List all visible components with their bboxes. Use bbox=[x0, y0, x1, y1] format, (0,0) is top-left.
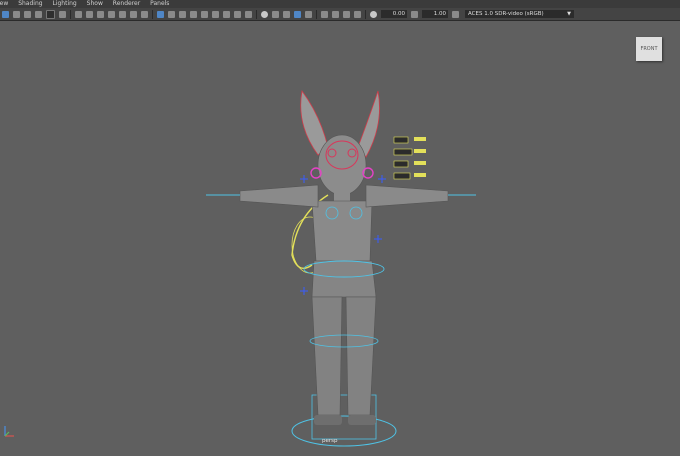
xray-icon[interactable] bbox=[261, 10, 268, 18]
rig-control-panel bbox=[393, 136, 409, 144]
chevron-down-icon: ▼ bbox=[567, 11, 571, 17]
film-gate-icon[interactable] bbox=[86, 10, 93, 18]
panel-menubar: iew Shading Lighting Show Renderer Panel… bbox=[0, 0, 680, 8]
toolbar-separator bbox=[316, 9, 317, 19]
safe-action-icon[interactable] bbox=[130, 10, 137, 18]
rig-control-panel bbox=[414, 137, 426, 141]
leg-left bbox=[311, 296, 343, 416]
motion-blur-icon[interactable] bbox=[234, 10, 241, 18]
gate-mask-icon[interactable] bbox=[108, 10, 115, 18]
menu-renderer[interactable]: Renderer bbox=[113, 0, 140, 8]
exposure-field[interactable]: 0.00 bbox=[381, 10, 407, 18]
toolbar-separator bbox=[256, 9, 257, 19]
head-mesh bbox=[317, 134, 367, 196]
panel-toolbar: 0.00 1.00 ACES 1.0 SDR-video (sRGB) ▼ bbox=[0, 8, 680, 21]
rig-control-panel bbox=[393, 160, 409, 168]
color-space-label: ACES 1.0 SDR-video (sRGB) bbox=[468, 11, 544, 17]
screen-space-reflection-icon[interactable] bbox=[321, 10, 328, 18]
menu-panels[interactable]: Panels bbox=[150, 0, 169, 8]
smooth-shade-icon[interactable] bbox=[168, 10, 175, 18]
rig-control-panel bbox=[414, 173, 426, 177]
wireframe-icon[interactable] bbox=[157, 10, 164, 18]
menu-shading[interactable]: Shading bbox=[18, 0, 42, 8]
arm-right bbox=[365, 184, 449, 208]
torso-mesh bbox=[311, 200, 373, 262]
rig-control-panel bbox=[393, 172, 411, 180]
rig-control-panel bbox=[414, 149, 426, 153]
color-space-dropdown[interactable]: ACES 1.0 SDR-video (sRGB) ▼ bbox=[465, 10, 574, 18]
image-plane-icon[interactable] bbox=[35, 10, 42, 18]
field-chart-icon[interactable] bbox=[119, 10, 126, 18]
ambient-occlusion-icon[interactable] bbox=[223, 10, 230, 18]
toolbar-separator bbox=[70, 9, 71, 19]
axis-gizmo-icon bbox=[4, 426, 14, 437]
default-material-icon[interactable] bbox=[179, 10, 186, 18]
safe-title-icon[interactable] bbox=[141, 10, 148, 18]
two-d-pan-icon[interactable] bbox=[46, 9, 55, 19]
bookmark-icon[interactable] bbox=[24, 10, 31, 18]
xray-active-icon[interactable] bbox=[272, 10, 279, 18]
menu-show[interactable]: Show bbox=[87, 0, 103, 8]
camera-attributes-icon[interactable] bbox=[13, 10, 20, 18]
menu-view[interactable]: iew bbox=[0, 0, 8, 8]
exposure-icon[interactable] bbox=[370, 10, 377, 18]
shadows-icon[interactable] bbox=[212, 10, 219, 18]
xray-joints-icon[interactable] bbox=[283, 10, 290, 18]
depth-of-field-icon[interactable] bbox=[332, 10, 339, 18]
isolate-icon[interactable] bbox=[354, 10, 361, 18]
color-management-icon[interactable] bbox=[452, 10, 459, 18]
toolbar-separator bbox=[365, 9, 366, 19]
hips-mesh bbox=[311, 260, 377, 298]
foot-right bbox=[348, 415, 376, 425]
arm-left bbox=[239, 184, 319, 208]
backface-culling-icon[interactable] bbox=[294, 10, 301, 18]
viewcube[interactable]: FRONT bbox=[636, 37, 662, 61]
gamma-field[interactable]: 1.00 bbox=[422, 10, 448, 18]
toolbar-separator bbox=[152, 9, 153, 19]
menu-lighting[interactable]: Lighting bbox=[52, 0, 76, 8]
grease-pencil-icon[interactable] bbox=[59, 10, 66, 18]
root-control-circle bbox=[291, 415, 397, 447]
lights-icon[interactable] bbox=[201, 10, 208, 18]
textured-icon[interactable] bbox=[190, 10, 197, 18]
select-camera-icon[interactable] bbox=[2, 10, 9, 18]
hud-icon[interactable] bbox=[343, 10, 350, 18]
leg-right bbox=[345, 296, 377, 416]
rig-control-panel bbox=[414, 161, 426, 165]
camera-name-label: persp bbox=[322, 438, 338, 444]
character-rig-model[interactable] bbox=[200, 85, 490, 455]
isolate-select-icon[interactable] bbox=[305, 10, 312, 18]
grid-icon[interactable] bbox=[75, 10, 82, 18]
gamma-icon[interactable] bbox=[411, 10, 418, 18]
rig-control-panel bbox=[393, 148, 413, 156]
multisample-icon[interactable] bbox=[245, 10, 252, 18]
foot-left bbox=[314, 415, 342, 425]
resolution-gate-icon[interactable] bbox=[97, 10, 104, 18]
